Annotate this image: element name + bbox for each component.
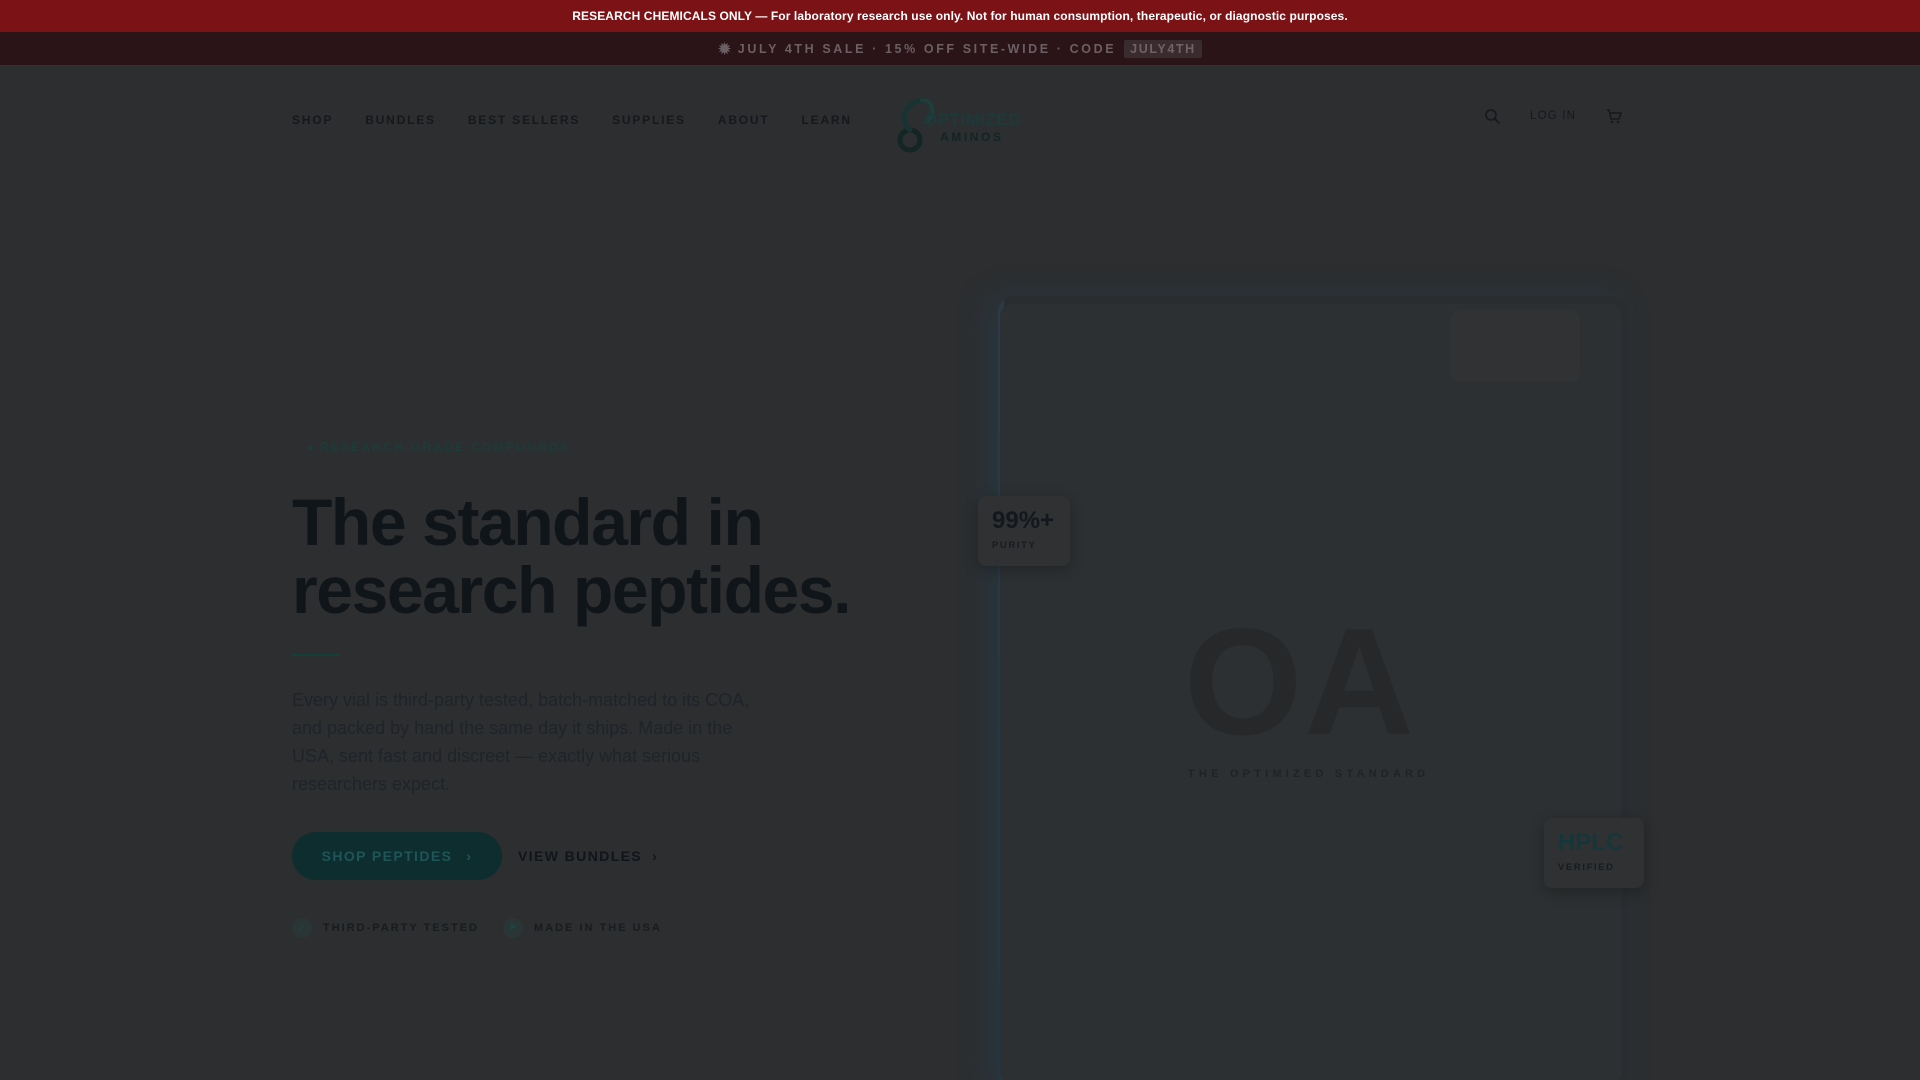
- logo-subwordmark: AMINOS: [940, 130, 1004, 144]
- shop-peptides-button[interactable]: SHOP PEPTIDES ›: [292, 832, 502, 880]
- header-actions: LOG IN: [1484, 108, 1622, 124]
- view-bundles-link[interactable]: VIEW BUNDLES ›: [518, 848, 658, 864]
- sparkle-icon: ✹: [718, 40, 731, 58]
- brand-tagline: THE OPTIMIZED STANDARD: [1188, 768, 1430, 780]
- shop-peptides-label: SHOP PEPTIDES: [321, 848, 453, 864]
- hero-divider: [292, 654, 340, 656]
- nav-shop[interactable]: SHOP: [292, 113, 333, 127]
- nav-bundles[interactable]: BUNDLES: [365, 113, 436, 127]
- brand-monogram: OA: [1184, 597, 1416, 767]
- hero-description: Every vial is third-party tested, batch-…: [292, 690, 750, 794]
- purity-label: PURITY: [992, 540, 1037, 551]
- hero-cta-row: SHOP PEPTIDES › VIEW BUNDLES ›: [292, 832, 912, 880]
- flag-icon: ⚑: [503, 918, 523, 938]
- eyebrow-dot-icon: [308, 444, 313, 450]
- hplc-stat-card: HPLC VERIFIED: [1544, 818, 1644, 888]
- trust-badges: ✓ THIRD-PARTY TESTED ⚑ MADE IN THE USA: [292, 918, 912, 938]
- hero-title-line2: research peptides.: [292, 553, 851, 627]
- site-header: SHOP BUNDLES BEST SELLERS SUPPLIES ABOUT…: [0, 66, 1920, 174]
- hplc-label: VERIFIED: [1558, 862, 1615, 873]
- hero-content: RESEARCH-GRADE COMPOUNDS The standard in…: [292, 440, 912, 938]
- logo-wordmark: OPTIMIZED: [924, 110, 1022, 129]
- nav-learn[interactable]: LEARN: [802, 113, 852, 127]
- purity-stat-card: 99%+ PURITY: [978, 496, 1070, 566]
- main-nav: SHOP BUNDLES BEST SELLERS SUPPLIES ABOUT…: [292, 113, 852, 127]
- hero-visual-card: OA THE OPTIMIZED STANDARD: [998, 296, 1628, 1080]
- badge-made-in-usa: ⚑ MADE IN THE USA: [503, 918, 662, 938]
- promo-code: JULY4TH: [1124, 39, 1202, 58]
- promo-bar: ✹ JULY 4TH SALE · 15% OFF SITE-WIDE · CO…: [0, 32, 1920, 66]
- view-bundles-label: VIEW BUNDLES: [518, 848, 643, 864]
- research-disclaimer-bar: RESEARCH CHEMICALS ONLY — For laboratory…: [0, 0, 1920, 32]
- nav-supplies[interactable]: SUPPLIES: [612, 113, 686, 127]
- visual-corner-highlight: [1450, 310, 1580, 382]
- check-shield-icon: ✓: [292, 918, 312, 938]
- badge-label: THIRD-PARTY TESTED: [323, 922, 479, 934]
- cart-icon[interactable]: [1606, 108, 1622, 124]
- hplc-value: HPLC: [1558, 829, 1624, 856]
- login-link[interactable]: LOG IN: [1530, 110, 1576, 122]
- nav-best-sellers[interactable]: BEST SELLERS: [468, 113, 580, 127]
- nav-about[interactable]: ABOUT: [718, 113, 770, 127]
- search-icon[interactable]: [1484, 108, 1500, 124]
- hero-eyebrow: RESEARCH-GRADE COMPOUNDS: [308, 440, 912, 454]
- badge-label: MADE IN THE USA: [534, 922, 662, 934]
- hero-title: The standard in research peptides.: [292, 488, 912, 624]
- hero-title-line1: The standard in: [292, 485, 764, 559]
- chevron-right-icon: ›: [466, 848, 473, 864]
- eyebrow-label: RESEARCH-GRADE COMPOUNDS: [320, 440, 571, 454]
- chevron-right-icon: ›: [652, 848, 659, 864]
- promo-text: JULY 4TH SALE · 15% OFF SITE-WIDE · CODE: [737, 41, 1117, 56]
- purity-value: 99%+: [992, 507, 1055, 534]
- disclaimer-text: RESEARCH CHEMICALS ONLY — For laboratory…: [572, 9, 1348, 23]
- site-logo[interactable]: OPTIMIZED AMINOS: [888, 88, 1038, 158]
- badge-third-party-tested: ✓ THIRD-PARTY TESTED: [292, 918, 479, 938]
